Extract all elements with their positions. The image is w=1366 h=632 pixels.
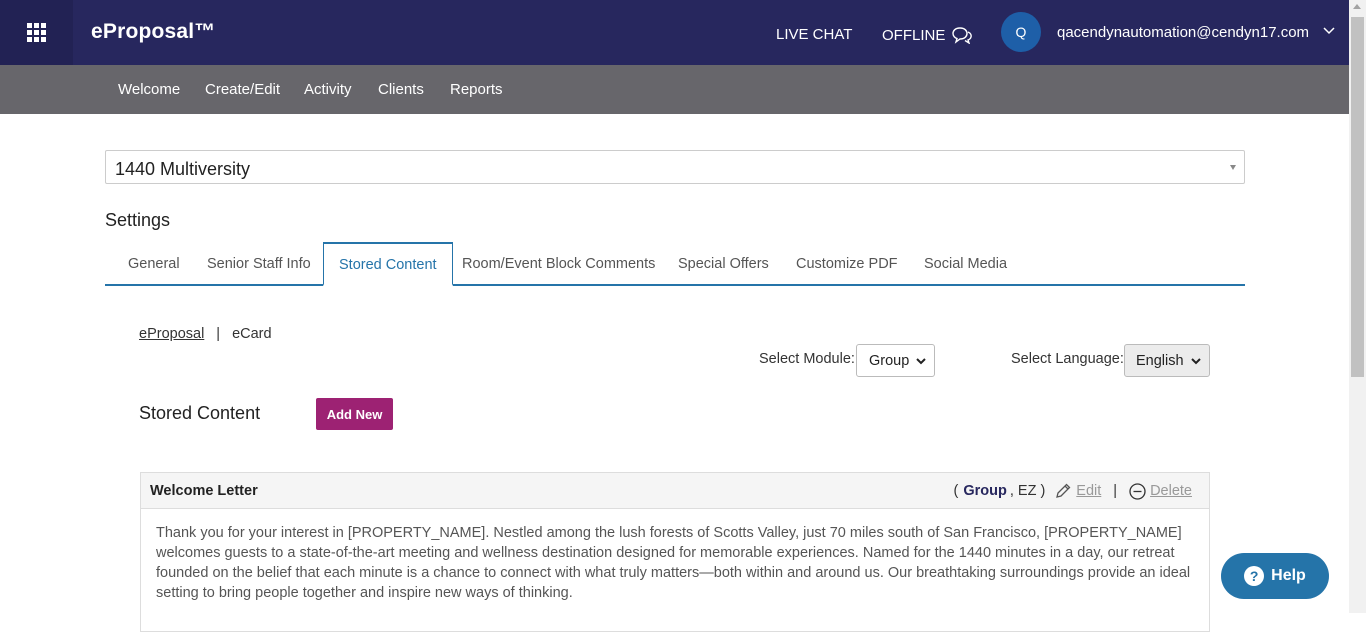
item-type: , EZ ) bbox=[1009, 483, 1046, 499]
property-select[interactable]: 1440 Multiversity bbox=[105, 150, 1245, 184]
chat-bubble-icon bbox=[952, 27, 973, 44]
apps-grid-icon bbox=[27, 23, 46, 42]
ecard-link[interactable]: eCard bbox=[232, 326, 272, 342]
scroll-up-arrow[interactable] bbox=[1353, 4, 1361, 9]
tab-customize-pdf[interactable]: Customize PDF bbox=[781, 242, 913, 286]
help-button[interactable]: ? Help bbox=[1221, 553, 1329, 599]
add-new-button[interactable]: Add New bbox=[316, 398, 393, 430]
action-separator: | bbox=[1113, 483, 1118, 499]
module-select[interactable]: Group bbox=[856, 344, 935, 377]
chevron-down-icon[interactable] bbox=[1323, 27, 1335, 35]
tab-social-media[interactable]: Social Media bbox=[909, 242, 1022, 286]
item-meta: ( Group , EZ ) Edit | Delete bbox=[953, 482, 1192, 500]
delete-link[interactable]: Delete bbox=[1150, 483, 1192, 499]
language-label: Select Language: bbox=[1011, 351, 1124, 367]
chevron-down-icon bbox=[1191, 358, 1201, 365]
offline-status[interactable]: OFFLINE bbox=[882, 26, 973, 44]
vertical-scrollbar[interactable] bbox=[1349, 0, 1366, 613]
tab-general[interactable]: General bbox=[113, 242, 195, 286]
help-label: Help bbox=[1271, 567, 1306, 584]
item-title: Welcome Letter bbox=[150, 483, 258, 499]
stored-content-item: Welcome Letter ( Group , EZ ) Edit | Del… bbox=[140, 472, 1210, 632]
minus-circle-icon[interactable] bbox=[1129, 482, 1146, 500]
stored-content-title: Stored Content bbox=[139, 403, 261, 423]
open-paren: ( bbox=[953, 483, 959, 499]
separator: | bbox=[216, 326, 221, 342]
item-body-text: Thank you for your interest in [PROPERTY… bbox=[156, 525, 1191, 601]
nav-activity[interactable]: Activity bbox=[304, 81, 352, 98]
scrollbar-thumb[interactable] bbox=[1351, 17, 1364, 377]
module-label: Select Module: bbox=[759, 351, 855, 367]
tab-senior-staff-info[interactable]: Senior Staff Info bbox=[192, 242, 326, 286]
brand-logo[interactable]: eProposal™ bbox=[91, 20, 216, 44]
avatar[interactable]: Q bbox=[1001, 12, 1041, 52]
content-type-links: eProposal | eCard bbox=[139, 326, 272, 342]
user-email[interactable]: qacendynautomation@cendyn17.com bbox=[1057, 24, 1309, 41]
nav-reports[interactable]: Reports bbox=[450, 81, 503, 98]
item-module: Group bbox=[963, 483, 1007, 499]
tab-special-offers[interactable]: Special Offers bbox=[663, 242, 784, 286]
pencil-icon[interactable] bbox=[1054, 482, 1072, 500]
apps-grid-button[interactable] bbox=[0, 0, 73, 65]
page-title: Settings bbox=[105, 210, 171, 230]
tab-stored-content[interactable]: Stored Content bbox=[323, 242, 453, 286]
property-select-value: 1440 Multiversity bbox=[115, 159, 251, 179]
offline-label: OFFLINE bbox=[882, 26, 946, 44]
nav-welcome[interactable]: Welcome bbox=[118, 81, 180, 98]
settings-tabs: General Senior Staff Info Stored Content… bbox=[105, 242, 1245, 286]
top-header: eProposal™ LIVE CHAT OFFLINE Q qacendyna… bbox=[0, 0, 1349, 65]
live-chat-link[interactable]: LIVE CHAT bbox=[776, 26, 852, 43]
dropdown-arrow-icon bbox=[1230, 165, 1236, 170]
nav-clients[interactable]: Clients bbox=[378, 81, 424, 98]
edit-link[interactable]: Edit bbox=[1076, 483, 1101, 499]
language-select-value: English bbox=[1136, 352, 1184, 369]
language-select[interactable]: English bbox=[1124, 344, 1210, 377]
chevron-down-icon bbox=[916, 358, 926, 365]
module-select-value: Group bbox=[869, 352, 910, 369]
nav-create-edit[interactable]: Create/Edit bbox=[205, 81, 280, 98]
tab-room-event-block-comments[interactable]: Room/Event Block Comments bbox=[447, 242, 670, 286]
question-icon: ? bbox=[1244, 566, 1265, 586]
eproposal-link[interactable]: eProposal bbox=[139, 326, 204, 342]
main-nav: Welcome Create/Edit Activity Clients Rep… bbox=[0, 65, 1349, 114]
item-header: Welcome Letter ( Group , EZ ) Edit | Del… bbox=[141, 473, 1209, 509]
